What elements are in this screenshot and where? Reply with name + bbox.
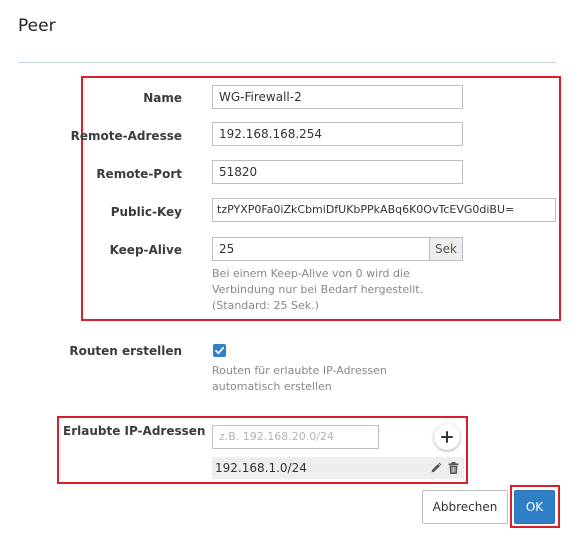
name-input[interactable]: WG-Firewall-2 [212,85,463,109]
keep-alive-input[interactable]: 25 [212,237,430,261]
remote-address-label: Remote-Adresse [70,129,182,143]
header-divider [18,62,556,63]
pencil-icon[interactable] [430,462,442,474]
ok-button[interactable]: OK [514,490,555,524]
keep-alive-label: Keep-Alive [109,243,182,257]
routes-help-line-1: Routen für erlaubte IP-Adressen [212,364,387,377]
add-ip-button[interactable] [434,424,460,450]
routes-label: Routen erstellen [69,344,182,358]
remote-port-label: Remote-Port [96,167,182,181]
routes-checkbox[interactable] [213,344,226,357]
name-label: Name [143,91,182,105]
trash-icon[interactable] [448,462,459,474]
cancel-button[interactable]: Abbrechen [422,490,508,524]
keep-alive-help-line-2: Verbindung nur bei Bedarf hergestellt. [212,283,424,296]
remote-address-input[interactable]: 192.168.168.254 [212,122,463,146]
routes-help-line-2: automatisch erstellen [212,380,332,393]
dialog-title: Peer [18,16,56,36]
public-key-label: Public-Key [110,205,182,219]
allowed-ip-input[interactable]: z.B. 192.168.20.0/24 [212,425,379,449]
public-key-input[interactable]: tzPYXP0Fa0iZkCbmiDfUKbPPkABq6K0OvTcEVG0d… [212,198,556,222]
allowed-ips-label: Erlaubte IP-Adressen [63,424,206,438]
allowed-ip-row: 192.168.1.0/24 [212,457,464,479]
keep-alive-help-line-1: Bei einem Keep-Alive von 0 wird die [212,267,410,280]
remote-port-input[interactable]: 51820 [212,160,463,184]
plus-icon [441,431,453,443]
allowed-ip-value: 192.168.1.0/24 [215,461,307,475]
keep-alive-unit: Sek [429,237,463,261]
keep-alive-help-line-3: (Standard: 25 Sek.) [212,299,319,312]
checkmark-icon [215,346,225,355]
